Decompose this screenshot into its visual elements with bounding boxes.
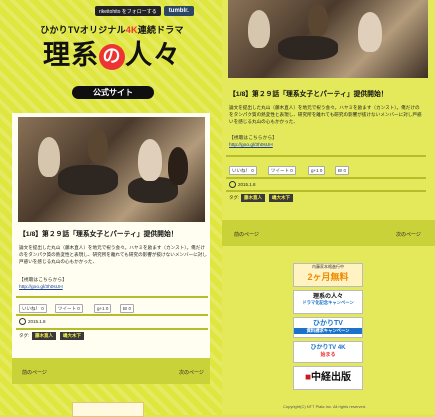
hatena-button[interactable]: B! 0	[335, 166, 350, 175]
post-photo[interactable]	[228, 0, 428, 78]
like-button[interactable]: いいね！ 0	[229, 166, 257, 175]
like-button[interactable]: いいね！ 0	[19, 304, 47, 313]
tweet-button[interactable]: ツイート 0	[55, 304, 83, 313]
site-logo[interactable]: ひかりTVオリジナル4K連続ドラマ 理系の人々	[36, 23, 188, 73]
post-title[interactable]: 【1/8】第２９話「理系女子とパーティ」提供開始！	[19, 228, 178, 238]
tumblr-label: tumblr.	[168, 8, 189, 14]
banner-chukei-publishing[interactable]: ■中経出版	[293, 366, 363, 390]
divider	[226, 155, 426, 157]
hatena-button[interactable]: B! 0	[120, 304, 135, 313]
tumblr-button[interactable]: tumblr.	[163, 6, 194, 16]
post-title[interactable]: 【1/8】第２９話「理系女子とパーティ」提供開始！	[229, 88, 388, 98]
watch-label: 【視聴はこちらから】	[229, 136, 277, 141]
banner-hikaritv-request[interactable]: ひかりTV 資料請求キャンペーン	[293, 317, 363, 338]
clock-icon	[19, 318, 26, 325]
prev-page-link[interactable]: 前のページ	[234, 231, 259, 238]
tag-item[interactable]: 嶋大木下	[269, 194, 293, 202]
divider	[16, 328, 208, 330]
banner-hikaritv-4k[interactable]: ひかりTV 4K 始まる	[293, 341, 363, 363]
follow-label: rikeitohito をフォローする	[99, 8, 157, 15]
tag-item[interactable]: 藤木直人	[241, 194, 265, 202]
next-page-link[interactable]: 次のページ	[179, 369, 204, 376]
official-site-badge[interactable]: 公式サイト	[72, 86, 154, 99]
logo-subtitle: ひかりTVオリジナル4K連続ドラマ	[40, 25, 184, 35]
watch-link[interactable]: http://goo.gl/3h0sUH	[19, 285, 63, 290]
divider	[226, 190, 426, 192]
social-topbar: rikeitohito をフォローする tumblr.	[95, 5, 194, 17]
clock-icon	[229, 181, 236, 188]
post-date: 2015.1.8	[28, 319, 46, 324]
follow-button[interactable]: rikeitohito をフォローする	[95, 6, 161, 16]
watch-label: 【視聴はこちらから】	[19, 278, 67, 283]
banner-drama-campaign[interactable]: 理系の人々 ドラマ化記念キャンペーン	[293, 290, 363, 314]
tweet-button[interactable]: ツイート 0	[268, 166, 296, 175]
logo-title: 理系の人々	[43, 40, 181, 71]
watch-link[interactable]: http://goo.gl/3h0sUH	[229, 143, 273, 148]
tag-label: タグ:	[19, 333, 30, 338]
tag-item[interactable]: 嶋大木下	[60, 332, 84, 340]
post-body: 論文を提出した丸山（藤木直人）を地元で祝う会々。ハヤミを励ます（カンスト）。俺だ…	[19, 245, 207, 264]
gplus-button[interactable]: g+1 0	[94, 304, 112, 313]
post-date: 2015.1.8	[238, 182, 256, 187]
copyright: Copyright(C) NTT Plala Inc. All rights r…	[283, 404, 367, 409]
divider	[16, 314, 208, 316]
divider	[16, 296, 208, 298]
next-page-link[interactable]: 次のページ	[396, 231, 421, 238]
post-body: 論文を提出した丸山（藤木直人）を地元で祝う会々。ハヤミを励ます（カンスト）。俺だ…	[229, 105, 422, 124]
divider	[226, 177, 426, 179]
tag-item[interactable]: 藤木直人	[32, 332, 56, 340]
banner-campaign[interactable]: 内藤家本格進行中 2ヶ月無料	[293, 263, 363, 287]
gplus-button[interactable]: g+1 0	[308, 166, 326, 175]
prev-page-link[interactable]: 前のページ	[22, 369, 47, 376]
tag-label: タグ:	[229, 195, 240, 200]
post-photo[interactable]	[18, 117, 205, 222]
